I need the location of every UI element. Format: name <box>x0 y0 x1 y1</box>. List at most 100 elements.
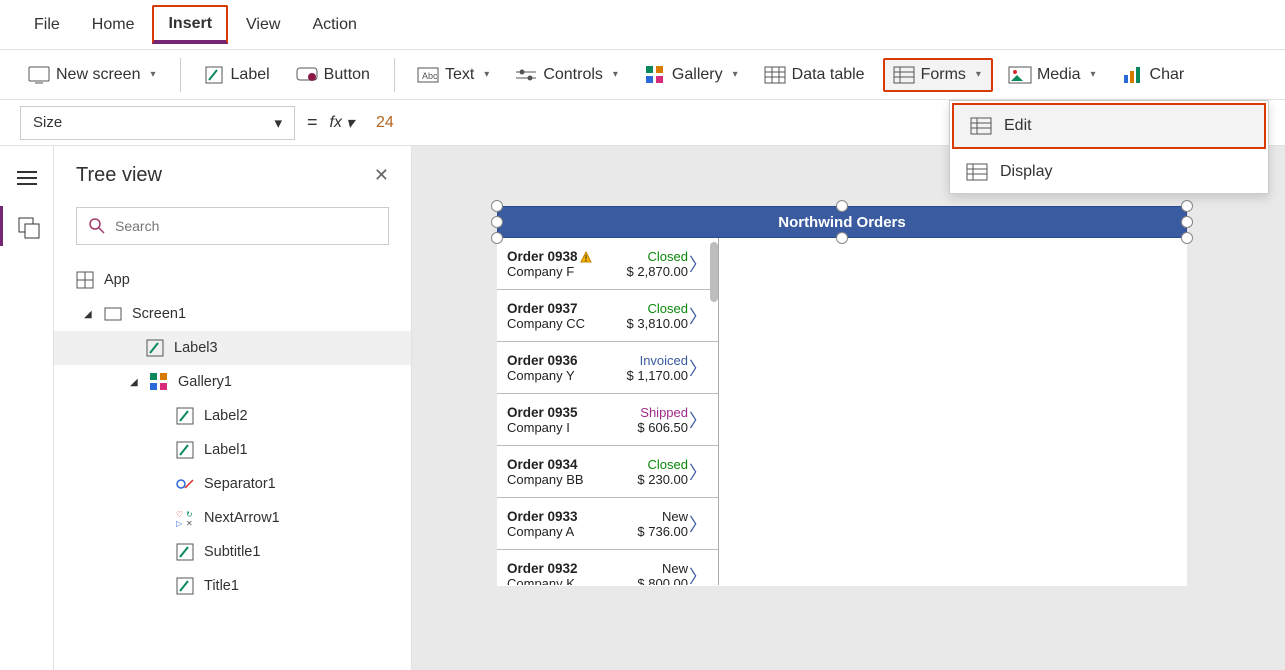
forms-edit-item[interactable]: Edit <box>952 103 1266 149</box>
resize-handle[interactable] <box>1181 216 1193 228</box>
tree-item-label: Label2 <box>204 408 248 424</box>
tree-search-input[interactable] <box>115 218 376 234</box>
forms-display-item[interactable]: Display <box>950 151 1268 193</box>
chevron-down-icon: ▾ <box>1091 69 1096 80</box>
data-table-button[interactable]: Data table <box>756 60 875 90</box>
resize-handle[interactable] <box>1181 232 1193 244</box>
label-button[interactable]: Label <box>195 60 280 90</box>
button-button[interactable]: Button <box>288 60 380 90</box>
collapse-icon[interactable]: ◢ <box>130 377 140 388</box>
gallery-row[interactable]: Order 0938Company FClosed$ 2,870.00〉 <box>497 238 718 290</box>
chevron-right-icon[interactable]: 〉 <box>688 511 708 537</box>
app-icon <box>76 271 94 289</box>
resize-handle[interactable] <box>491 216 503 228</box>
property-label: Size <box>33 114 62 131</box>
label-icon <box>146 339 164 357</box>
gallery-row[interactable]: Order 0933Company ANew$ 736.00〉 <box>497 498 718 550</box>
media-label: Media <box>1037 66 1081 84</box>
form-icon <box>972 117 990 135</box>
gallery-icon <box>150 373 168 391</box>
chevron-right-icon[interactable]: 〉 <box>688 303 708 329</box>
collapse-icon[interactable]: ◢ <box>84 309 94 320</box>
data-table-icon <box>766 66 784 84</box>
tab-action[interactable]: Action <box>298 8 370 42</box>
search-icon <box>89 218 105 234</box>
forms-button[interactable]: Forms ▾ <box>883 58 993 92</box>
new-screen-button[interactable]: New screen ▾ <box>20 60 166 90</box>
fx-button[interactable]: fx ▾ <box>330 113 354 133</box>
label-icon <box>176 543 194 561</box>
resize-handle[interactable] <box>836 200 848 212</box>
resize-handle[interactable] <box>1181 200 1193 212</box>
gallery-control[interactable]: Order 0938Company FClosed$ 2,870.00〉Orde… <box>497 238 719 585</box>
svg-text:▷: ▷ <box>176 519 183 528</box>
chevron-right-icon[interactable]: 〉 <box>688 251 708 277</box>
gallery-row[interactable]: Order 0935Company IShipped$ 606.50〉 <box>497 394 718 446</box>
chevron-right-icon[interactable]: 〉 <box>688 355 708 381</box>
text-button[interactable]: Abc Text ▾ <box>409 60 499 90</box>
order-label: Order 0937 <box>507 301 618 316</box>
property-select[interactable]: Size ▾ <box>20 106 295 140</box>
button-label: Button <box>324 66 370 84</box>
tree-item-app[interactable]: App <box>54 263 411 297</box>
forms-icon <box>895 66 913 84</box>
tree-item-title1[interactable]: Title1 <box>54 569 411 603</box>
status-label: Closed <box>618 301 688 316</box>
charts-button[interactable]: Char <box>1114 60 1195 90</box>
scrollbar[interactable] <box>710 242 718 302</box>
tree-item-nextarrow1[interactable]: ♡↻▷✕ NextArrow1 <box>54 501 411 535</box>
tree-item-label: Title1 <box>204 578 239 594</box>
chevron-right-icon[interactable]: 〉 <box>688 563 708 586</box>
chevron-down-icon: ▾ <box>274 114 282 132</box>
form-icon <box>968 163 986 181</box>
tree-item-label1[interactable]: Label1 <box>54 433 411 467</box>
gallery-icon <box>646 66 664 84</box>
canvas[interactable]: Northwind Orders Order 0938Company FClos… <box>412 146 1285 670</box>
tree-view-icon[interactable] <box>15 214 39 238</box>
media-button[interactable]: Media ▾ <box>1001 60 1106 90</box>
title-label-control[interactable]: Northwind Orders <box>497 206 1187 238</box>
tab-view[interactable]: View <box>232 8 294 42</box>
top-menu-bar: File Home Insert View Action <box>0 0 1285 50</box>
separator <box>180 58 181 92</box>
resize-handle[interactable] <box>836 232 848 244</box>
gallery-row[interactable]: Order 0932Company KNew$ 800.00〉 <box>497 550 718 585</box>
hamburger-icon[interactable] <box>15 166 39 190</box>
resize-handle[interactable] <box>491 200 503 212</box>
tree-item-label: Label3 <box>174 340 218 356</box>
chart-icon <box>1124 66 1142 84</box>
close-icon[interactable]: ✕ <box>374 165 389 186</box>
chevron-right-icon[interactable]: 〉 <box>688 459 708 485</box>
tree-item-screen1[interactable]: ◢ Screen1 <box>54 297 411 331</box>
resize-handle[interactable] <box>491 232 503 244</box>
chevron-right-icon[interactable]: 〉 <box>688 407 708 433</box>
tree-search[interactable] <box>76 207 389 245</box>
amount-label: $ 2,870.00 <box>618 264 688 279</box>
tree-item-separator1[interactable]: Separator1 <box>54 467 411 501</box>
tree-item-label3[interactable]: Label3 <box>54 331 411 365</box>
svg-text:Abc: Abc <box>422 71 438 81</box>
tree-item-label2[interactable]: Label2 <box>54 399 411 433</box>
company-label: Company A <box>507 524 618 539</box>
app-frame: Northwind Orders Order 0938Company FClos… <box>497 206 1187 586</box>
tab-insert[interactable]: Insert <box>152 5 228 44</box>
gallery-row[interactable]: Order 0936Company YInvoiced$ 1,170.00〉 <box>497 342 718 394</box>
forms-edit-label: Edit <box>1004 117 1032 135</box>
gallery-button[interactable]: Gallery ▾ <box>636 60 748 90</box>
status-label: New <box>618 561 688 576</box>
tree-item-subtitle1[interactable]: Subtitle1 <box>54 535 411 569</box>
label-label: Label <box>231 66 270 84</box>
tree-item-gallery1[interactable]: ◢ Gallery1 <box>54 365 411 399</box>
tab-home[interactable]: Home <box>78 8 149 42</box>
forms-display-label: Display <box>1000 163 1052 181</box>
svg-text:✕: ✕ <box>186 519 193 528</box>
company-label: Company K <box>507 576 618 586</box>
tab-file[interactable]: File <box>20 8 74 42</box>
tree-item-label: Separator1 <box>204 476 276 492</box>
gallery-row[interactable]: Order 0937Company CCClosed$ 3,810.00〉 <box>497 290 718 342</box>
order-label: Order 0934 <box>507 457 618 472</box>
gallery-row[interactable]: Order 0934Company BBClosed$ 230.00〉 <box>497 446 718 498</box>
controls-button[interactable]: Controls ▾ <box>507 60 628 90</box>
separator <box>394 58 395 92</box>
company-label: Company Y <box>507 368 618 383</box>
